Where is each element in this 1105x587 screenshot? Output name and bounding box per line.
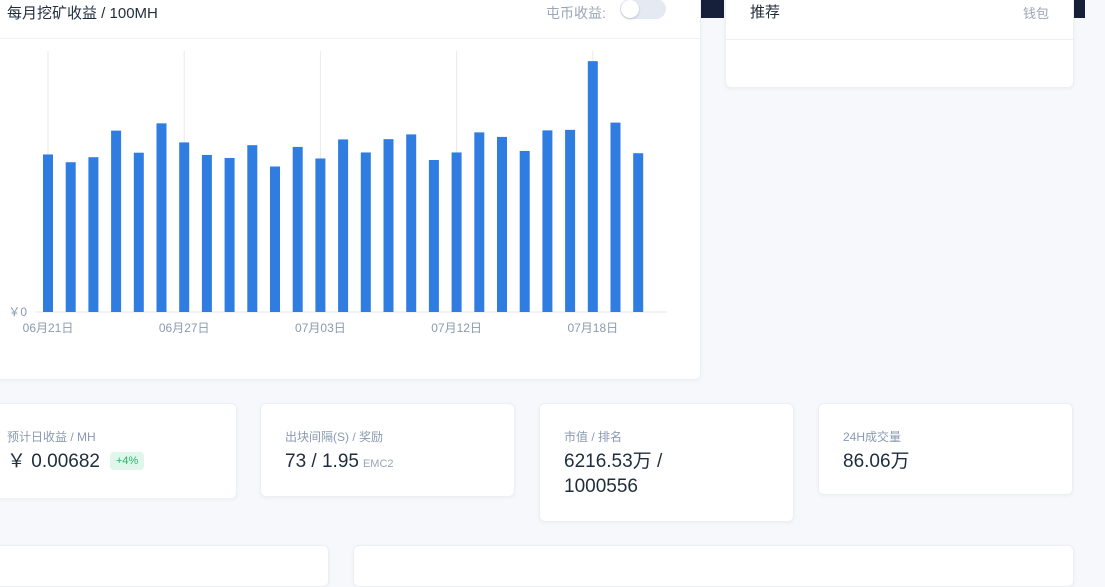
bar[interactable] xyxy=(451,152,462,312)
stat-value: 86.06万 xyxy=(843,449,910,474)
stat-label: 预计日收益 / MH xyxy=(7,430,96,444)
mining-income-chart-card: 每月挖矿收益 / 100MH 屯币收益: 06月21日 06月27日 07月03日 0… xyxy=(0,0,701,380)
stat-value: 6216.53万 / 1000556 xyxy=(564,449,662,499)
bar[interactable] xyxy=(156,123,167,313)
block-interval-value: 73 / 1.95 xyxy=(285,451,359,472)
bar[interactable] xyxy=(65,162,76,312)
stat-market-cap: 市值 / 排名 6216.53万 / 1000556 xyxy=(539,403,794,522)
bar[interactable] xyxy=(179,142,190,312)
bar[interactable] xyxy=(43,154,53,312)
reward-unit: EMC2 xyxy=(362,458,394,470)
stat-block-interval: 出块间隔(S) / 奖励 73 / 1.95 EMC2 xyxy=(260,403,515,497)
bottom-right-card xyxy=(353,545,1074,587)
x-tick-label: 07月03日 xyxy=(295,321,346,335)
stat-label: 24H成交量 xyxy=(843,430,902,444)
recommend-card: 推荐 钱包 xyxy=(725,0,1074,88)
bar[interactable] xyxy=(542,130,553,312)
stat-label: 市值 / 排名 xyxy=(564,430,623,444)
stat-24h-volume: 24H成交量 86.06万 xyxy=(818,403,1073,495)
daily-income-value: ￥ 0.00682 xyxy=(7,451,100,472)
bar[interactable] xyxy=(360,152,371,312)
top-dark-bar-right xyxy=(1073,0,1085,18)
change-badge: +4% xyxy=(109,452,145,470)
recommend-title: 推荐 xyxy=(750,4,781,21)
bar[interactable] xyxy=(88,157,99,312)
bar-chart: 06月21日 06月27日 07月03日 07月12日 07月18日 ￥0 xyxy=(8,51,667,335)
bar[interactable] xyxy=(565,129,576,312)
bar[interactable] xyxy=(111,130,122,312)
bar[interactable] xyxy=(587,61,598,312)
rank-value: 1000556 xyxy=(564,476,638,497)
top-dark-bar xyxy=(700,0,724,18)
bar[interactable] xyxy=(633,153,644,312)
bar[interactable] xyxy=(406,134,417,312)
bar[interactable] xyxy=(292,146,303,312)
stat-value: 73 / 1.95 EMC2 xyxy=(285,449,394,477)
bar[interactable] xyxy=(474,132,485,312)
bar[interactable] xyxy=(338,139,349,312)
bar[interactable] xyxy=(610,122,621,312)
recommend-header: 推荐 钱包 xyxy=(726,0,1073,40)
stat-value: ￥ 0.00682 +4% xyxy=(7,449,145,474)
bar[interactable] xyxy=(519,150,530,312)
bar[interactable] xyxy=(270,166,280,313)
bar[interactable] xyxy=(201,154,212,312)
y-tick-label: ￥0 xyxy=(8,305,27,319)
bar[interactable] xyxy=(315,158,326,312)
bar[interactable] xyxy=(497,136,507,312)
wallet-link[interactable]: 钱包 xyxy=(1023,3,1049,22)
market-cap-value: 6216.53万 / xyxy=(564,451,663,472)
x-tick-label: 07月18日 xyxy=(567,321,618,335)
bar[interactable] xyxy=(247,145,258,312)
chart-bars xyxy=(43,61,644,313)
bar[interactable] xyxy=(224,157,235,312)
x-tick-label: 06月21日 xyxy=(23,321,74,335)
bar[interactable] xyxy=(383,139,394,312)
volume-value: 86.06万 xyxy=(843,451,910,472)
bar[interactable] xyxy=(133,152,144,312)
x-tick-label: 06月27日 xyxy=(159,321,210,335)
bar[interactable] xyxy=(428,159,439,312)
bottom-left-card xyxy=(0,545,329,587)
x-tick-label: 07月12日 xyxy=(431,321,482,335)
stat-daily-income: 预计日收益 / MH ￥ 0.00682 +4% xyxy=(0,403,237,499)
stat-label: 出块间隔(S) / 奖励 xyxy=(285,430,383,444)
